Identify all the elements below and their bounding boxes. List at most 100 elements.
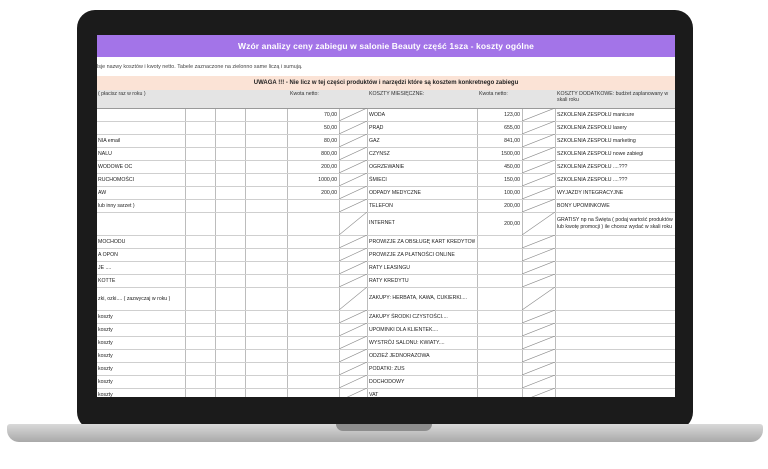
monthly-cost-amount[interactable]: 200,00: [477, 212, 520, 235]
table-row[interactable]: koszty ODZIEŻ JEDNORAZOWA: [97, 349, 675, 363]
annual-cost-label[interactable]: [98, 212, 184, 235]
annual-cost-amount[interactable]: [287, 349, 337, 362]
annual-cost-amount[interactable]: 50,00: [287, 121, 337, 134]
extra-cost-label[interactable]: [557, 248, 673, 261]
extra-cost-label[interactable]: [557, 336, 673, 349]
extra-cost-label[interactable]: [557, 323, 673, 336]
monthly-cost-label[interactable]: ZAKUPY: HERBATA, KAWA, CUKIERKI....: [369, 287, 475, 310]
monthly-cost-label[interactable]: PROWIZJE ZA PŁATNOŚCI ONLINE: [369, 248, 475, 261]
monthly-cost-amount[interactable]: [477, 261, 520, 274]
extra-cost-label[interactable]: [557, 388, 673, 397]
annual-cost-label[interactable]: koszty: [98, 323, 184, 336]
monthly-cost-amount[interactable]: [477, 235, 520, 248]
monthly-cost-amount[interactable]: [477, 388, 520, 397]
table-row[interactable]: koszty ZAKUPY ŚRODKI CZYSTOŚCI....: [97, 310, 675, 324]
extra-cost-label[interactable]: [557, 274, 673, 287]
table-row[interactable]: AW 200,00 ODPADY MEDYCZNE 100,00 WYJAZDY INT…: [97, 186, 675, 200]
table-row[interactable]: RUCHOMOŚCI 1000,00 ŚMIECI 150,00 SZKOLENIA Z…: [97, 173, 675, 187]
monthly-cost-label[interactable]: CZYNSZ: [369, 147, 475, 160]
annual-cost-label[interactable]: KOTTE: [98, 274, 184, 287]
annual-cost-label[interactable]: NIA email: [98, 134, 184, 147]
table-row[interactable]: MOCHODU PROWIZJE ZA OBSŁUGĘ KART KREDYTOW…: [97, 235, 675, 249]
monthly-cost-amount[interactable]: [477, 248, 520, 261]
annual-cost-amount[interactable]: [287, 323, 337, 336]
annual-cost-label[interactable]: koszty: [98, 388, 184, 398]
annual-cost-label[interactable]: koszty: [98, 375, 184, 388]
table-row[interactable]: koszty DOCHODOWY: [97, 375, 675, 389]
monthly-cost-amount[interactable]: 1500,00: [477, 147, 520, 160]
annual-cost-label[interactable]: koszty: [98, 336, 184, 349]
annual-cost-amount[interactable]: [287, 336, 337, 349]
table-row[interactable]: 70,00 WODA 123,00 SZKOLENIA ZESPOŁU manicur…: [97, 108, 675, 122]
monthly-cost-label[interactable]: RATY KREDYTU: [369, 274, 475, 287]
monthly-cost-amount[interactable]: 450,00: [477, 160, 520, 173]
extra-cost-label[interactable]: SZKOLENIA ZESPOŁU ....???: [557, 173, 673, 186]
annual-cost-label[interactable]: RUCHOMOŚCI: [98, 173, 184, 186]
monthly-cost-amount[interactable]: 123,00: [477, 108, 520, 121]
annual-cost-amount[interactable]: [287, 199, 337, 212]
table-row[interactable]: KOTTE RATY KREDYTU: [97, 274, 675, 288]
monthly-cost-label[interactable]: ODPADY MEDYCZNE: [369, 186, 475, 199]
table-row[interactable]: lub inny sarzet ) TELEFON 200,00 BONY UPOMI…: [97, 199, 675, 213]
annual-cost-amount[interactable]: 800,00: [287, 147, 337, 160]
extra-cost-label[interactable]: SZKOLENIA ZESPOŁU ....???: [557, 160, 673, 173]
monthly-cost-amount[interactable]: [477, 336, 520, 349]
monthly-cost-label[interactable]: OGRZEWANIE: [369, 160, 475, 173]
monthly-cost-label[interactable]: INTERNET: [369, 212, 475, 235]
monthly-cost-amount[interactable]: [477, 287, 520, 310]
annual-cost-label[interactable]: [98, 121, 184, 134]
monthly-cost-amount[interactable]: [477, 323, 520, 336]
extra-cost-label[interactable]: [557, 375, 673, 388]
extra-cost-label[interactable]: [557, 287, 673, 310]
monthly-cost-label[interactable]: ODZIEŻ JEDNORAZOWA: [369, 349, 475, 362]
monthly-cost-label[interactable]: GAZ: [369, 134, 475, 147]
extra-cost-label[interactable]: SZKOLENIA ZESPOŁU manicure: [557, 108, 673, 121]
annual-cost-amount[interactable]: 70,00: [287, 108, 337, 121]
table-row[interactable]: JE .... RATY LEASINGU: [97, 261, 675, 275]
annual-cost-amount[interactable]: [287, 388, 337, 397]
extra-cost-label[interactable]: [557, 261, 673, 274]
monthly-cost-amount[interactable]: [477, 375, 520, 388]
monthly-cost-label[interactable]: PRĄD: [369, 121, 475, 134]
table-row[interactable]: koszty WYSTRÓJ SALONU: KWIATY....: [97, 336, 675, 350]
table-row[interactable]: koszty PODATKI: ZUS: [97, 362, 675, 376]
extra-cost-label[interactable]: BONY UPOMINKOWE: [557, 199, 673, 212]
extra-cost-label[interactable]: [557, 310, 673, 323]
annual-cost-amount[interactable]: 200,00: [287, 160, 337, 173]
annual-cost-amount[interactable]: [287, 248, 337, 261]
monthly-cost-amount[interactable]: 841,00: [477, 134, 520, 147]
monthly-cost-amount[interactable]: [477, 349, 520, 362]
monthly-cost-amount[interactable]: 100,00: [477, 186, 520, 199]
annual-cost-amount[interactable]: [287, 274, 337, 287]
table-row[interactable]: koszty VAT: [97, 388, 675, 397]
annual-cost-amount[interactable]: 1000,00: [287, 173, 337, 186]
annual-cost-amount[interactable]: 200,00: [287, 186, 337, 199]
monthly-cost-label[interactable]: WODA: [369, 108, 475, 121]
monthly-cost-label[interactable]: DOCHODOWY: [369, 375, 475, 388]
annual-cost-label[interactable]: [98, 108, 184, 121]
monthly-cost-label[interactable]: ŚMIECI: [369, 173, 475, 186]
annual-cost-amount[interactable]: 80,00: [287, 134, 337, 147]
monthly-cost-label[interactable]: PROWIZJE ZA OBSŁUGĘ KART KREDYTOWYCH: [369, 235, 475, 248]
annual-cost-label[interactable]: MOCHODU: [98, 235, 184, 248]
annual-cost-amount[interactable]: [287, 375, 337, 388]
annual-cost-label[interactable]: lub inny sarzet ): [98, 199, 184, 212]
annual-cost-label[interactable]: AW: [98, 186, 184, 199]
spreadsheet-grid[interactable]: ( płacisz raz w roku ) Kwota netto: KOSZ…: [97, 90, 675, 397]
annual-cost-label[interactable]: A OPON: [98, 248, 184, 261]
extra-cost-label[interactable]: SZKOLENIA ZESPOŁU lasery: [557, 121, 673, 134]
annual-cost-amount[interactable]: [287, 362, 337, 375]
annual-cost-label[interactable]: koszty: [98, 310, 184, 323]
monthly-cost-label[interactable]: VAT: [369, 388, 475, 398]
annual-cost-label[interactable]: WODOWE OC: [98, 160, 184, 173]
annual-cost-amount[interactable]: [287, 235, 337, 248]
table-row[interactable]: NALU 800,00 CZYNSZ 1500,00 SZKOLENIA ZESPOŁU…: [97, 147, 675, 161]
extra-cost-label[interactable]: [557, 362, 673, 375]
annual-cost-amount[interactable]: [287, 261, 337, 274]
monthly-cost-amount[interactable]: 655,00: [477, 121, 520, 134]
table-row[interactable]: NIA email 80,00 GAZ 841,00 SZKOLENIA ZESPOŁU…: [97, 134, 675, 148]
monthly-cost-amount[interactable]: [477, 310, 520, 323]
annual-cost-label[interactable]: koszty: [98, 362, 184, 375]
table-row[interactable]: A OPON PROWIZJE ZA PŁATNOŚCI ONLINE: [97, 248, 675, 262]
annual-cost-label[interactable]: koszty: [98, 349, 184, 362]
